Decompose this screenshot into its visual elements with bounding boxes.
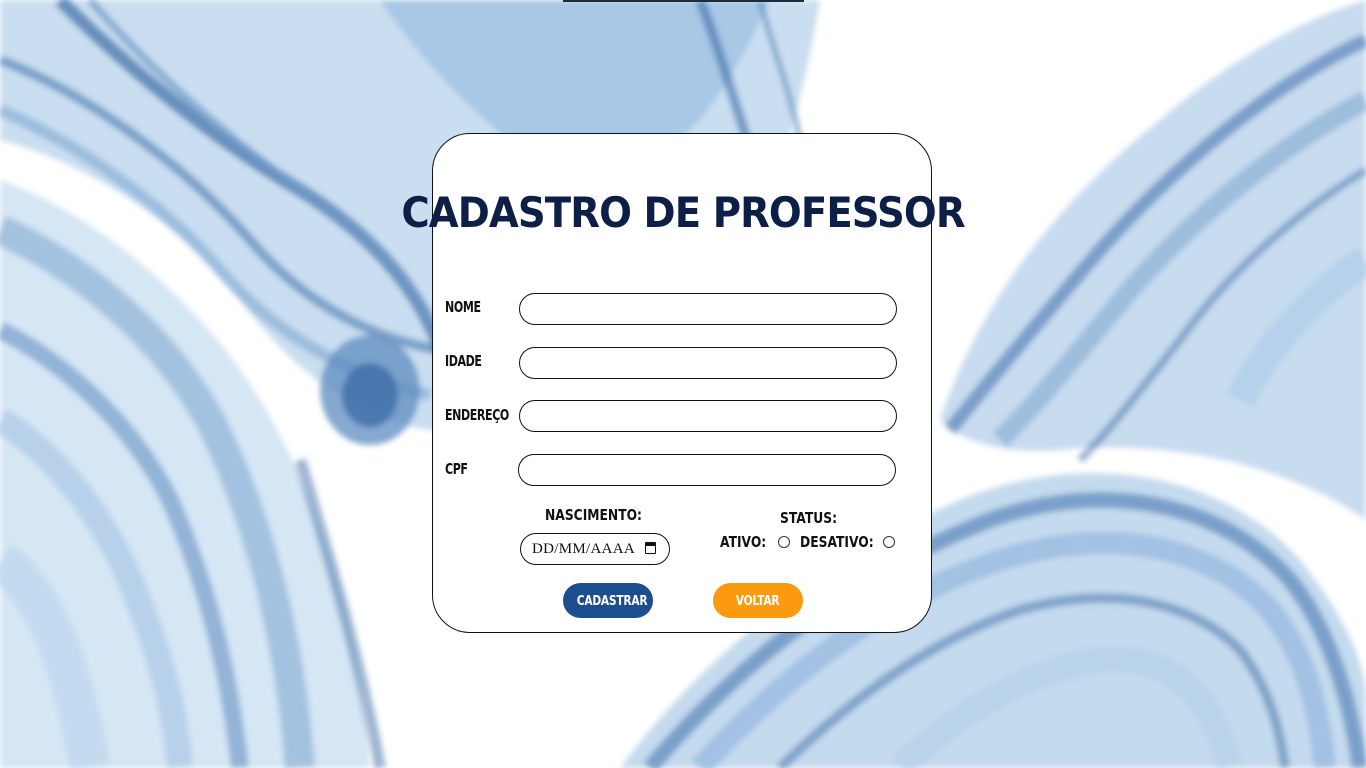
top-bar [563, 0, 804, 2]
address-label: ENDEREÇO [445, 406, 509, 424]
birth-label: NASCIMENTO: [545, 506, 642, 524]
calendar-icon[interactable] [645, 542, 656, 554]
inactive-label: DESATIVO: [800, 533, 874, 551]
cpf-input[interactable] [518, 454, 896, 486]
age-input[interactable] [519, 347, 897, 379]
back-button-label: VOLTAR [736, 594, 780, 609]
submit-button[interactable]: CADASTRAR [563, 583, 653, 618]
age-label: IDADE [445, 352, 482, 370]
back-button[interactable]: VOLTAR [713, 583, 803, 618]
page-title: CADASTRO DE PROFESSOR [401, 188, 965, 237]
birth-date-placeholder: DD/MM/AAAA [532, 541, 636, 557]
inactive-radio[interactable] [883, 536, 895, 548]
name-input[interactable] [519, 293, 897, 325]
active-label: ATIVO: [720, 533, 767, 551]
active-radio[interactable] [778, 536, 790, 548]
cpf-label: CPF [445, 460, 468, 478]
status-label: STATUS: [780, 509, 838, 527]
name-label: NOME [445, 298, 481, 316]
address-input[interactable] [519, 400, 897, 432]
submit-button-label: CADASTRAR [576, 594, 648, 609]
birth-date-input[interactable]: DD/MM/AAAA [520, 533, 670, 565]
